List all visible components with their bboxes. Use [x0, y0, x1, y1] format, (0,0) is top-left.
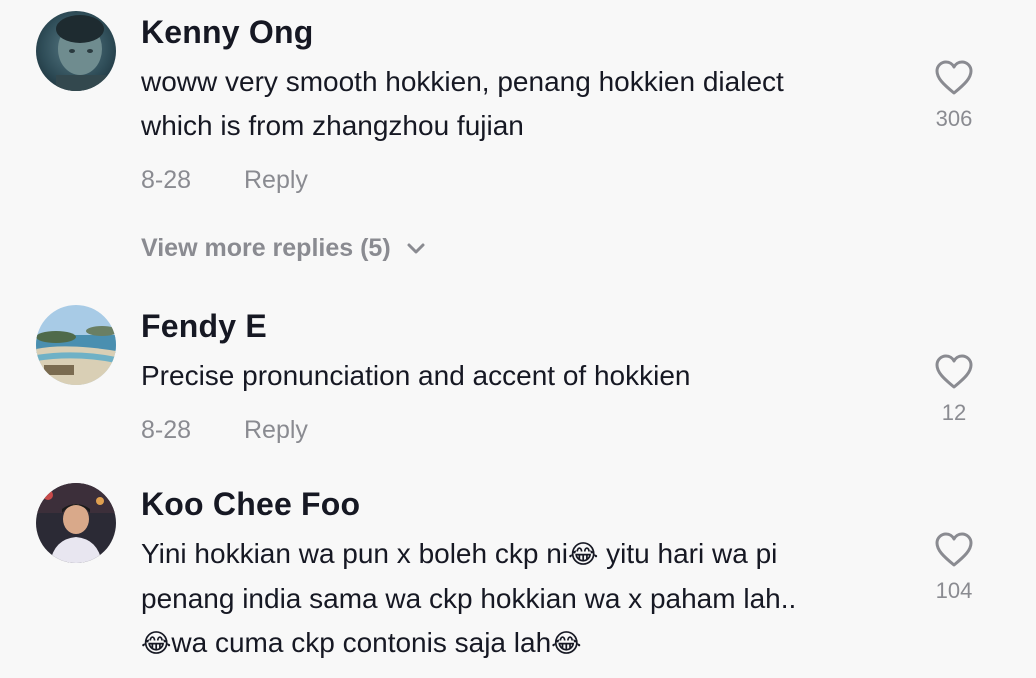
comment-text-line: 😂wa cuma ckp contonis saja lah😂 — [141, 621, 901, 666]
comment-text: woww very smooth hokkien, penang hokkien… — [141, 60, 901, 148]
avatar[interactable] — [36, 11, 116, 91]
heart-icon[interactable] — [935, 354, 973, 390]
like-count: 306 — [935, 106, 973, 131]
comment-meta: 8-28 Reply — [141, 416, 308, 445]
avatar[interactable] — [36, 483, 116, 563]
reply-button[interactable]: Reply — [244, 166, 308, 195]
comment-username[interactable]: Kenny Ong — [141, 14, 313, 51]
comment-text-segment: yitu hari wa pi — [598, 538, 778, 569]
comment-text-line: Precise pronunciation and accent of hokk… — [141, 360, 691, 391]
laughing-emoji-icon: 😂 — [568, 540, 599, 570]
avatar-person-photo-icon — [36, 483, 116, 563]
comment-text: Precise pronunciation and accent of hokk… — [141, 354, 901, 398]
chevron-down-icon — [407, 243, 425, 254]
like-control[interactable]: 306 — [920, 60, 988, 132]
comment-username[interactable]: Fendy E — [141, 308, 267, 345]
like-control[interactable]: 104 — [920, 532, 988, 604]
avatar[interactable] — [36, 305, 116, 385]
heart-icon[interactable] — [935, 60, 973, 96]
like-count: 12 — [941, 400, 967, 425]
heart-icon[interactable] — [935, 532, 973, 568]
laughing-emoji-icon: 😂 — [551, 629, 582, 659]
comment-meta: 8-28 Reply — [141, 166, 308, 195]
laughing-emoji-icon: 😂 — [141, 629, 172, 659]
comment-text-line: which is from zhangzhou fujian — [141, 110, 524, 141]
avatar-photo-icon — [36, 11, 116, 91]
comment-text-segment: wa cuma ckp contonis saja lah — [171, 627, 552, 658]
like-control[interactable]: 12 — [920, 354, 988, 426]
like-count: 104 — [935, 578, 973, 603]
comment-username[interactable]: Koo Chee Foo — [141, 486, 360, 523]
view-more-replies-label: View more replies (5) — [141, 234, 391, 262]
comment-text-line: woww very smooth hokkien, penang hokkien… — [141, 66, 784, 97]
reply-button[interactable]: Reply — [244, 416, 308, 445]
comment-text-segment: Yini hokkian wa pun x boleh ckp ni — [141, 538, 568, 569]
comment-text-line: penang india sama wa ckp hokkian wa x pa… — [141, 583, 797, 614]
comment-date: 8-28 — [141, 166, 192, 194]
comment-text: Yini hokkian wa pun x boleh ckp ni😂 yitu… — [141, 532, 901, 666]
comment-date: 8-28 — [141, 416, 192, 444]
comment-text-line: Yini hokkian wa pun x boleh ckp ni😂 yitu… — [141, 532, 901, 577]
avatar-beach-photo-icon — [36, 305, 116, 385]
view-more-replies-button[interactable]: View more replies (5) — [141, 234, 426, 263]
